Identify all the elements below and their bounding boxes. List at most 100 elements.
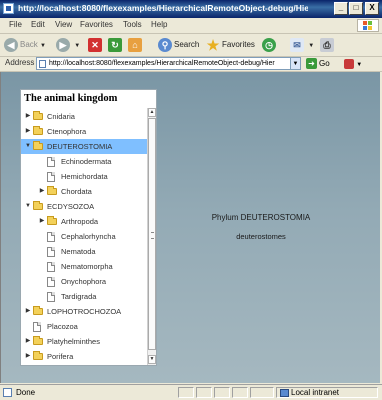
home-button[interactable]: ⌂ — [128, 37, 144, 53]
toolbar: ◀ Back ▼ ▶ ▼ ✕ ↻ ⌂ ⚲ Search ★ Favorites ◷ ✉… — [0, 34, 382, 57]
go-arrow-icon: ➜ — [306, 58, 317, 70]
search-button[interactable]: ⚲ Search — [158, 37, 199, 53]
folder-icon — [33, 351, 43, 360]
mail-dropdown-icon[interactable]: ▼ — [308, 43, 314, 49]
stop-icon: ✕ — [88, 37, 102, 52]
tree-row[interactable]: Nematoda — [21, 244, 147, 259]
refresh-button[interactable]: ↻ — [108, 37, 124, 53]
collapsed-disclosure-icon[interactable]: ▶ — [25, 353, 31, 360]
forward-dropdown-icon[interactable]: ▼ — [74, 43, 80, 49]
star-icon: ★ — [206, 36, 220, 53]
favorites-label: Favorites — [222, 40, 255, 49]
tree-row-label: Echinodermata — [61, 157, 112, 166]
tree-row[interactable]: ▶ Chordata — [21, 184, 147, 199]
maximize-button[interactable]: □ — [349, 2, 363, 15]
tree-row-label: Hemichordata — [61, 172, 108, 181]
menu-view[interactable]: View — [55, 20, 72, 29]
collapsed-disclosure-icon[interactable]: ▶ — [39, 188, 45, 195]
menu-tools[interactable]: Tools — [123, 20, 142, 29]
back-dropdown-icon[interactable]: ▼ — [40, 43, 46, 49]
tree-row[interactable]: ▶ Porifera — [21, 349, 147, 364]
tree-row[interactable]: ▶ Cnidaria — [21, 109, 147, 124]
scroll-down-button[interactable]: ▼ — [148, 355, 156, 364]
document-icon — [47, 247, 55, 257]
animal-kingdom-panel: The animal kingdom ▶ Cnidaria ▶ Ctenophora ▼… — [20, 89, 157, 366]
search-label: Search — [174, 40, 200, 49]
folder-icon — [33, 306, 43, 315]
forward-button[interactable]: ▶ ▼ — [56, 37, 80, 53]
tree-row-label: Nematoda — [61, 247, 96, 256]
menu-edit[interactable]: Edit — [31, 20, 45, 29]
window-title: http://localhost:8080/flexexamples/Hiera… — [18, 3, 308, 13]
menu-help[interactable]: Help — [151, 20, 167, 29]
menubar: File Edit View Favorites Tools Help — [0, 18, 382, 34]
document-icon — [47, 157, 55, 167]
collapsed-disclosure-icon[interactable]: ▶ — [39, 218, 45, 225]
links-icon — [344, 58, 354, 69]
back-button[interactable]: ◀ Back ▼ — [4, 37, 46, 53]
tree-row-label: Platyhelminthes — [47, 337, 100, 346]
scroll-up-button[interactable]: ▲ — [148, 108, 156, 117]
tree-row[interactable]: Nematomorpha — [21, 259, 147, 274]
tree-row-label: Ctenophora — [47, 127, 87, 136]
print-button[interactable]: ⎙ — [320, 37, 336, 53]
links-dropdown-icon: ▼ — [356, 62, 363, 68]
collapsed-disclosure-icon[interactable]: ▶ — [25, 308, 31, 315]
detail-subtitle: deuterostomes — [236, 232, 286, 241]
status-cell-1 — [178, 387, 194, 398]
menu-favorites[interactable]: Favorites — [80, 20, 113, 29]
folder-icon — [47, 216, 57, 225]
tree-row[interactable]: Tardigrada — [21, 289, 147, 304]
folder-icon — [47, 186, 57, 195]
address-dropdown-icon[interactable]: ▼ — [290, 57, 301, 70]
favorites-button[interactable]: ★ Favorites — [206, 37, 255, 53]
tree-row[interactable]: ▶ LOPHOTROCHOZOA — [21, 304, 147, 319]
tree-row[interactable]: ▶ Ctenophora — [21, 124, 147, 139]
tree-scrollbar[interactable]: ▲ ▼ — [147, 108, 156, 365]
tree-row[interactable]: Placozoa — [21, 319, 147, 334]
document-icon — [47, 172, 55, 182]
address-input[interactable]: http://localhost:8080/flexexamples/Hiera… — [36, 57, 301, 70]
document-icon — [47, 232, 55, 242]
tree-row-label: Nematomorpha — [61, 262, 113, 271]
forward-arrow-icon: ▶ — [56, 37, 70, 52]
tree-row-label: Onychophora — [61, 277, 107, 286]
tree-row[interactable]: Hemichordata — [21, 169, 147, 184]
tree-row-label: Arthropoda — [61, 217, 99, 226]
statusbar: Done Local intranet — [0, 384, 382, 400]
address-bar: Address http://localhost:8080/flexexampl… — [0, 57, 382, 72]
status-cell-3 — [214, 387, 230, 398]
window-titlebar[interactable]: http://localhost:8080/flexexamples/Hiera… — [0, 0, 382, 18]
tree-row[interactable]: Echinodermata — [21, 154, 147, 169]
folder-icon — [33, 111, 43, 120]
tree-row[interactable]: ▼ ECDYSOZOA — [21, 199, 147, 214]
collapsed-disclosure-icon[interactable]: ▶ — [25, 128, 31, 135]
tree-row-label: Placozoa — [47, 322, 78, 331]
menu-file[interactable]: File — [9, 20, 22, 29]
minimize-button[interactable]: _ — [334, 2, 348, 15]
animal-tree[interactable]: ▶ Cnidaria ▶ Ctenophora ▼ DEUTEROSTOMIA Echino… — [21, 108, 147, 365]
links-button[interactable]: ▼ — [344, 57, 374, 70]
mail-button[interactable]: ✉ ▼ — [290, 37, 314, 53]
scroll-thumb[interactable] — [148, 118, 156, 350]
detail-title: Phylum DEUTEROSTOMIA — [211, 213, 311, 222]
history-button[interactable]: ◷ — [262, 37, 278, 53]
tree-row[interactable]: Onychophora — [21, 274, 147, 289]
tree-row-label: Porifera — [47, 352, 74, 361]
tree-row[interactable]: ▼ DEUTEROSTOMIA — [21, 139, 147, 154]
expanded-disclosure-icon[interactable]: ▼ — [25, 143, 31, 150]
scroll-grip-icon — [151, 232, 154, 239]
tree-row[interactable]: ▶ Platyhelminthes — [21, 334, 147, 349]
collapsed-disclosure-icon[interactable]: ▶ — [25, 338, 31, 345]
address-label: Address — [5, 58, 35, 67]
stop-button[interactable]: ✕ — [88, 37, 104, 53]
history-icon: ◷ — [262, 37, 276, 52]
tree-row[interactable]: Cephalorhyncha — [21, 229, 147, 244]
collapsed-disclosure-icon[interactable]: ▶ — [25, 113, 31, 120]
folder-icon — [33, 126, 43, 135]
go-button[interactable]: ➜ Go — [306, 57, 330, 70]
tree-row[interactable]: ▶ Arthropoda — [21, 214, 147, 229]
expanded-disclosure-icon[interactable]: ▼ — [25, 203, 31, 210]
close-button[interactable]: X — [365, 2, 379, 15]
go-label: Go — [319, 59, 330, 68]
